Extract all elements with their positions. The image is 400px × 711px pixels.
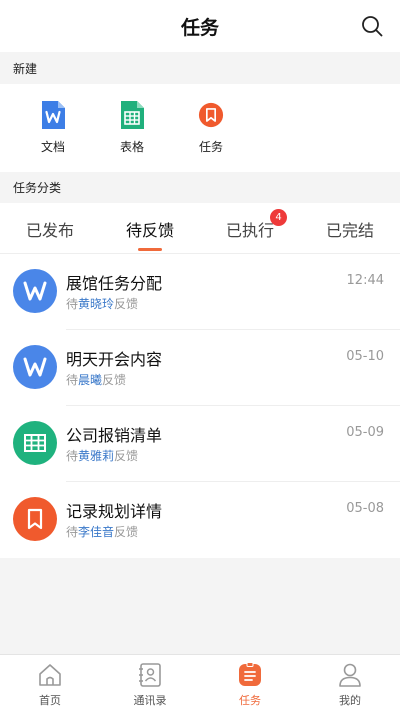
task-type-avatar (13, 269, 57, 313)
home-icon (39, 664, 61, 686)
new-doc-label: 文档 (40, 140, 65, 154)
tab-executed[interactable]: 已执行 (200, 203, 300, 254)
tab-published[interactable]: 已发布 (0, 203, 100, 254)
task-title: 记录规划详情 (66, 502, 163, 521)
tabbar-contacts-label: 通讯录 (133, 694, 167, 707)
word-doc-icon (42, 101, 65, 129)
bottom-tab-bar: 首页 通讯录 任务 我的 (0, 654, 400, 711)
word-doc-icon (23, 281, 47, 301)
assignee-name: 李佳音 (78, 525, 115, 539)
tabbar-tasks[interactable]: 任务 (200, 655, 300, 711)
task-time: 12:44 (346, 273, 384, 288)
task-type-avatar (13, 421, 57, 465)
tabbar-home-label: 首页 (39, 694, 61, 707)
search-button[interactable] (358, 12, 386, 40)
task-row[interactable]: 展馆任务分配 待黄晓玲反馈 12:44 (0, 254, 400, 330)
contacts-icon (139, 663, 161, 687)
task-title: 明天开会内容 (66, 350, 163, 369)
tabbar-profile-label: 我的 (339, 694, 361, 707)
executed-count-badge: 4 (270, 209, 287, 226)
task-type-avatar (13, 345, 57, 389)
task-type-avatar (13, 497, 57, 541)
task-icon (239, 662, 261, 686)
tab-completed[interactable]: 已完结 (300, 203, 400, 254)
task-assignee-line: 待黄雅莉反馈 (66, 449, 139, 463)
category-section-label: 任务分类 (13, 181, 62, 195)
tabbar-tasks-label: 任务 (239, 694, 261, 707)
task-title: 展馆任务分配 (66, 274, 163, 293)
task-assignee-line: 待晨曦反馈 (66, 373, 127, 387)
assignee-name: 晨曦 (78, 373, 103, 387)
spreadsheet-icon (24, 434, 46, 452)
spreadsheet-icon (121, 101, 144, 129)
task-assignee-line: 待黄晓玲反馈 (66, 297, 139, 311)
tab-pending-feedback[interactable]: 待反馈 (100, 203, 200, 254)
task-row[interactable]: 记录规划详情 待李佳音反馈 05-08 (0, 482, 400, 558)
new-section-label: 新建 (13, 61, 38, 76)
task-list: 展馆任务分配 待黄晓玲反馈 12:44 明天开会内容 待晨曦反馈 05-10 公… (0, 254, 400, 558)
new-sheet-label: 表格 (119, 140, 144, 154)
category-tabs: 已发布 待反馈 已执行 已完结 (0, 203, 400, 254)
word-doc-icon (23, 357, 47, 377)
task-assignee-line: 待李佳音反馈 (66, 525, 139, 539)
new-doc-button[interactable]: 文档 (25, 100, 81, 155)
task-time: 05-08 (346, 501, 384, 516)
search-icon (362, 16, 383, 37)
task-time: 05-10 (346, 349, 384, 364)
assignee-name: 黄雅莉 (78, 449, 115, 463)
task-time: 05-09 (346, 425, 384, 440)
tabbar-profile[interactable]: 我的 (300, 655, 400, 711)
new-sheet-button[interactable]: 表格 (104, 100, 160, 155)
task-row[interactable]: 公司报销清单 待黄雅莉反馈 05-09 (0, 406, 400, 482)
assignee-name: 黄晓玲 (78, 297, 115, 311)
task-icon (198, 102, 224, 128)
task-title: 公司报销清单 (66, 426, 163, 445)
profile-icon (339, 663, 361, 687)
new-task-label: 任务 (198, 140, 223, 154)
page-title: 任务 (180, 16, 219, 39)
tabbar-home[interactable]: 首页 (0, 655, 100, 711)
task-row[interactable]: 明天开会内容 待晨曦反馈 05-10 (0, 330, 400, 406)
task-icon (27, 508, 43, 530)
new-task-button[interactable]: 任务 (183, 100, 239, 155)
new-panel: 文档 表格 任务 (0, 84, 400, 172)
active-tab-indicator (138, 248, 162, 251)
tabbar-contacts[interactable]: 通讯录 (100, 655, 200, 711)
top-bar: 任务 (0, 0, 400, 52)
